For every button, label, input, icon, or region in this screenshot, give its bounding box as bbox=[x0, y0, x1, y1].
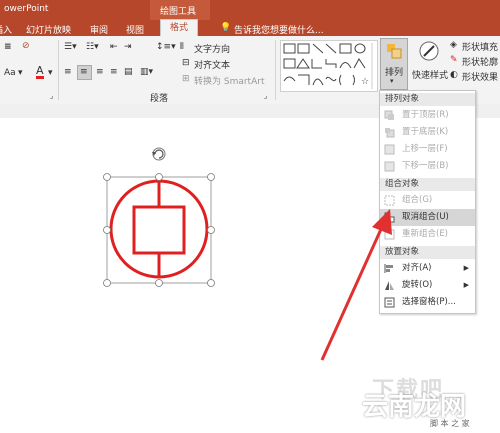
menu-label: 对齐(A) bbox=[402, 263, 432, 273]
tab-review[interactable]: 审阅 bbox=[90, 23, 108, 36]
menu-bring-to-front[interactable]: 置于顶层(R) bbox=[380, 107, 475, 124]
paragraph-group-label: 段落 bbox=[150, 94, 169, 104]
effects-icon[interactable]: ◐ bbox=[450, 70, 458, 80]
menu-label: 下移一层(B) bbox=[402, 161, 449, 171]
title-bar: owerPoint bbox=[0, 0, 500, 20]
line-spacing-icon[interactable]: ↕≡▾ bbox=[156, 42, 176, 52]
font-color-button[interactable]: A bbox=[36, 65, 44, 79]
ribbon-tabs: 插入 幻灯片放映 审阅 视图 💡 告诉我您想要做什么... bbox=[0, 20, 500, 36]
paint-bucket-icon[interactable]: ◈ bbox=[450, 40, 457, 50]
send-to-back-icon bbox=[385, 128, 395, 138]
menu-label: 取消组合(U) bbox=[402, 212, 449, 222]
dialog-launcher-icon[interactable]: ⌟ bbox=[50, 92, 53, 100]
quick-styles-button[interactable]: 快速样式 bbox=[412, 38, 449, 88]
section-group-objects: 组合对象 bbox=[380, 178, 475, 191]
quick-styles-label: 快速样式 bbox=[412, 71, 449, 81]
align-text-button[interactable]: 对齐文本 bbox=[194, 58, 230, 71]
chevron-down-icon: ▾ bbox=[390, 77, 394, 85]
menu-send-backward[interactable]: 下移一层(B) bbox=[380, 158, 475, 175]
svg-text:☆: ☆ bbox=[361, 77, 369, 87]
arrange-button[interactable]: 排列 ▾ bbox=[380, 38, 408, 90]
convert-smartart-button[interactable]: 转换为 SmartArt bbox=[194, 74, 264, 87]
rotate-handle-icon[interactable] bbox=[152, 147, 166, 161]
menu-label: 上移一层(F) bbox=[402, 144, 448, 154]
menu-label: 置于底层(K) bbox=[402, 127, 449, 137]
tab-format[interactable]: 格式 bbox=[160, 19, 198, 37]
shapes-gallery-icons: ☆ bbox=[283, 43, 373, 89]
bullets-icon[interactable]: ☰▾ bbox=[64, 42, 77, 52]
menu-label: 组合(G) bbox=[402, 195, 433, 205]
menu-label: 重新组合(E) bbox=[402, 229, 449, 239]
decrease-indent-icon[interactable]: ⇤ bbox=[110, 42, 118, 52]
text-direction-icon[interactable]: ⫴ bbox=[180, 42, 184, 52]
text-direction-button[interactable]: 文字方向 bbox=[194, 42, 230, 55]
section-arrange-objects: 排列对象 bbox=[380, 93, 475, 106]
arrange-label: 排列 bbox=[385, 68, 404, 78]
lightbulb-icon: 💡 bbox=[220, 23, 232, 33]
grouped-shape[interactable] bbox=[90, 140, 230, 300]
smartart-icon[interactable]: ⊞ bbox=[182, 74, 190, 84]
app-title: owerPoint bbox=[4, 4, 49, 14]
columns-icon[interactable]: ▥▾ bbox=[140, 67, 153, 77]
tab-insert[interactable]: 插入 bbox=[0, 23, 12, 36]
shape-outline-button[interactable]: 形状轮廓 bbox=[462, 55, 498, 68]
submenu-arrow-icon: ▶ bbox=[463, 264, 469, 272]
bold-icon[interactable]: ≡ bbox=[4, 42, 12, 52]
align-center-icon[interactable]: ≡ bbox=[80, 67, 88, 77]
dialog-launcher-icon[interactable]: ⌟ bbox=[264, 92, 267, 100]
shape-fill-button[interactable]: 形状填充 bbox=[462, 40, 498, 53]
chevron-down-icon[interactable]: ▾ bbox=[48, 68, 53, 78]
red-arrow-annotation bbox=[320, 209, 392, 361]
red-square-shape[interactable] bbox=[132, 205, 186, 255]
pen-icon bbox=[419, 41, 439, 61]
shapes-gallery[interactable]: ☆ bbox=[280, 40, 378, 92]
menu-label: 选择窗格(P)... bbox=[402, 297, 456, 307]
align-text-icon[interactable]: ⊟ bbox=[182, 58, 190, 68]
pen-outline-icon[interactable]: ✎ bbox=[450, 55, 458, 65]
watermark-sub: 脚 本 之 家 bbox=[430, 419, 470, 428]
font-case-button[interactable]: Aa bbox=[4, 68, 16, 78]
context-group-label: 绘图工具 bbox=[160, 7, 197, 17]
menu-bring-forward[interactable]: 上移一层(F) bbox=[380, 141, 475, 158]
arrange-icon bbox=[387, 44, 402, 59]
tab-view[interactable]: 视图 bbox=[126, 23, 144, 36]
menu-send-to-back[interactable]: 置于底层(K) bbox=[380, 124, 475, 141]
clear-format-icon[interactable]: ⊘ bbox=[22, 41, 30, 51]
divider bbox=[58, 40, 59, 100]
submenu-arrow-icon: ▶ bbox=[463, 281, 469, 289]
distribute-icon[interactable]: ▤ bbox=[124, 67, 133, 77]
bring-to-front-icon bbox=[384, 110, 394, 120]
shape-effects-button[interactable]: 形状效果 bbox=[462, 70, 498, 83]
tell-me-input[interactable]: 告诉我您想要做什么... bbox=[234, 23, 324, 36]
align-left-icon[interactable]: ≡ bbox=[64, 67, 72, 77]
align-right-icon[interactable]: ≡ bbox=[96, 67, 104, 77]
divider bbox=[275, 40, 276, 100]
send-backward-icon bbox=[384, 161, 395, 172]
bring-forward-icon bbox=[384, 144, 395, 155]
tab-slideshow[interactable]: 幻灯片放映 bbox=[26, 23, 71, 36]
menu-label: 置于顶层(R) bbox=[402, 110, 449, 120]
numbering-icon[interactable]: ☷▾ bbox=[86, 42, 99, 52]
chevron-down-icon[interactable]: ▾ bbox=[18, 68, 23, 78]
menu-label: 旋转(O) bbox=[402, 280, 433, 290]
increase-indent-icon[interactable]: ⇥ bbox=[124, 42, 132, 52]
justify-icon[interactable]: ≡ bbox=[110, 67, 118, 77]
